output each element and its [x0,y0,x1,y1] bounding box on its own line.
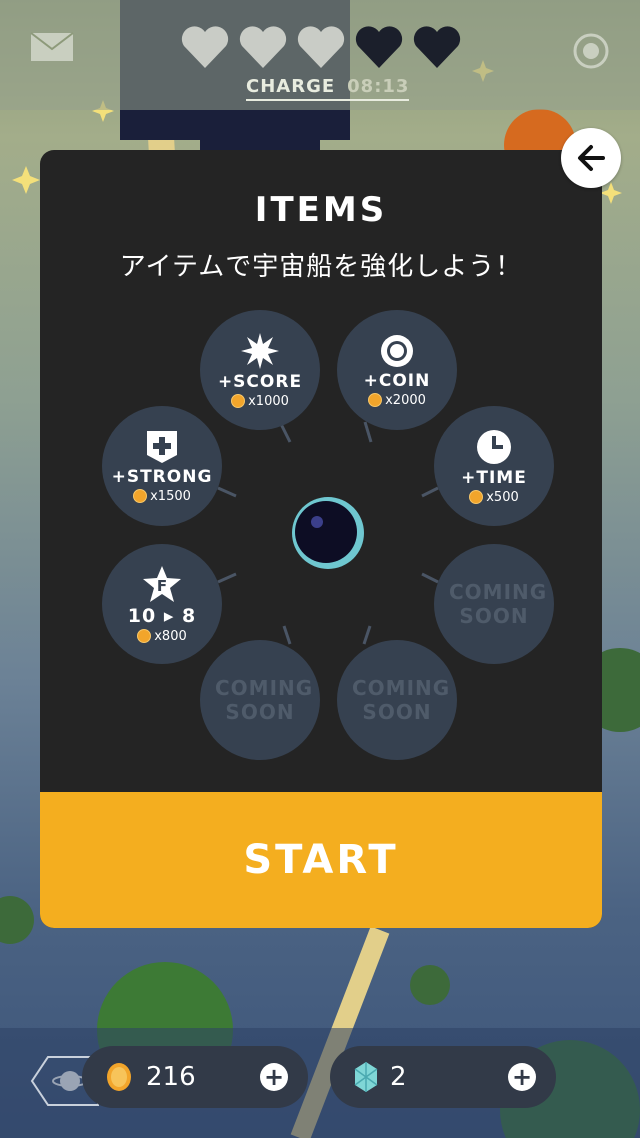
target-icon[interactable] [572,32,610,70]
burst-icon [241,332,279,369]
coming-soon-label: COMING SOON [352,676,451,724]
add-gems-button[interactable]: + [508,1063,536,1091]
charge-time: 08:13 [347,76,410,97]
item-price: x800 [137,629,187,644]
coming-soon-label: COMING SOON [449,580,548,628]
back-button[interactable] [561,128,621,188]
item-fever[interactable]: F 10 ▸ 8 x800 [102,544,222,664]
heart-full-icon [181,26,229,68]
item-label: +COIN [363,370,431,391]
heart-full-icon [297,26,345,68]
life-hearts [180,24,462,70]
coming-soon-label: COMING SOON [215,676,314,724]
coin-icon [368,393,383,407]
star-f-icon: F [143,565,181,602]
item-label: 10 ▸ 8 [127,604,197,627]
item-coming-soon: COMING SOON [200,640,320,760]
coin-counter: 216 + [82,1046,308,1108]
start-button[interactable]: START [40,792,602,928]
mail-icon[interactable] [30,32,74,62]
coin-count: 216 [146,1062,196,1092]
item-price: x2000 [368,393,426,408]
heart-empty-icon [413,26,461,68]
item-coming-soon: COMING SOON [337,640,457,760]
coin-icon [137,629,152,643]
item-label: +TIME [461,467,527,488]
clock-icon [477,429,511,464]
gem-count: 2 [390,1062,407,1092]
charge-timer: CHARGE 08:13 [246,76,410,101]
star-f-badge: F [157,577,167,595]
coin-icon [469,490,484,504]
charge-label: CHARGE [246,76,336,97]
item-coin[interactable]: +COIN x2000 [337,310,457,430]
gem-counter: 2 + [330,1046,556,1108]
item-price: x500 [469,490,519,505]
heart-full-icon [239,26,287,68]
item-price: x1000 [231,394,289,409]
gem-icon [354,1062,378,1092]
item-strong[interactable]: +STRONG x1500 [102,406,222,526]
coin-icon [107,1063,131,1091]
item-label: +SCORE [217,371,303,392]
item-time[interactable]: +TIME x500 [434,406,554,526]
item-coming-soon: COMING SOON [434,544,554,664]
item-score[interactable]: +SCORE x1000 [200,310,320,430]
add-coins-button[interactable]: + [260,1063,288,1091]
shield-plus-icon [147,430,177,463]
coin-icon [231,394,246,408]
coin-icon [133,489,148,503]
heart-empty-icon [355,26,403,68]
items-panel: ITEMS アイテムで宇宙船を強化しよう！ +SCORE x1000 +COIN… [40,150,602,928]
item-price: x1500 [133,489,191,504]
item-label: +STRONG [111,466,213,487]
arrow-left-icon [578,145,605,171]
coin-ring-icon [381,334,413,367]
